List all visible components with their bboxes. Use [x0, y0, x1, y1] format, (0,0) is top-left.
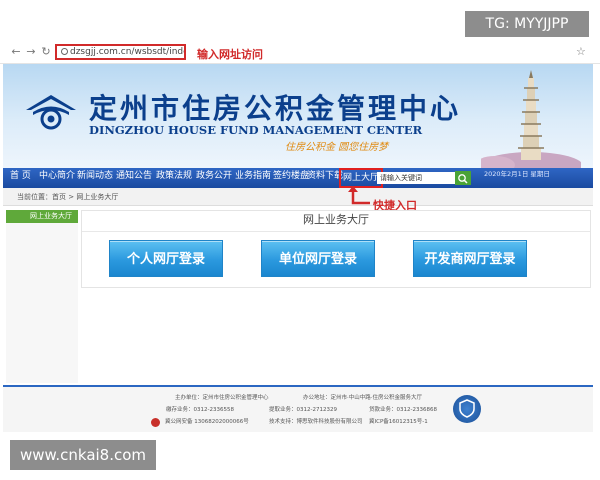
footer-address: 办公地址：定州市·中山中路·住房公积金服务大厅: [303, 395, 422, 401]
site-title-english: DINGZHOU HOUSE FUND MANAGEMENT CENTER: [89, 123, 423, 137]
breadcrumb-prefix: 当前位置：: [17, 193, 52, 201]
nav-item-downloads[interactable]: 资料下载: [307, 168, 343, 188]
search-button[interactable]: [455, 171, 471, 185]
error-report-badge[interactable]: [453, 395, 481, 423]
address-bar[interactable]: dzsgjj.com.cn/wsbsdt/index.jhtml: [55, 44, 186, 60]
footer-sponsor: 主办单位：定州市住房公积金管理中心: [175, 395, 269, 401]
footer-phone-loan: 贷款业务：0312-2336868: [369, 407, 437, 413]
sidebar: [6, 223, 78, 383]
nav-item-home[interactable]: 首 页: [10, 168, 31, 188]
police-emblem-icon: [151, 418, 160, 427]
footer-phone-withdraw: 提取业务：0312-2712329: [269, 407, 337, 413]
nav-item-properties[interactable]: 签约楼盘: [273, 168, 309, 188]
url-annotation: 输入网址访问: [197, 48, 263, 61]
arrow-right-icon[interactable]: →: [25, 45, 37, 59]
nav-item-public-affairs[interactable]: 政务公开: [196, 168, 232, 188]
personal-login-button[interactable]: 个人网厅登录: [109, 240, 223, 277]
company-login-button[interactable]: 单位网厅登录: [261, 240, 375, 277]
main-nav: 首 页 中心简介 新闻动态 通知公告 政策法规 政务公开 业务指南 签约楼盘 资…: [3, 168, 593, 188]
nav-item-policies[interactable]: 政策法规: [156, 168, 192, 188]
star-icon[interactable]: ☆: [576, 45, 586, 58]
nav-item-notices[interactable]: 通知公告: [116, 168, 152, 188]
footer-tech-support: 技术支持：博思软件科技股份有限公司: [269, 419, 363, 425]
arrow-left-icon[interactable]: ←: [10, 45, 22, 59]
footer-phone-deposit: 缴存业务：0312-2336558: [166, 407, 234, 413]
shield-icon: [459, 399, 475, 418]
site-slogan: 住房公积金 圆您住房梦: [285, 142, 389, 153]
site-header-banner: 定州市住房公积金管理中心 DINGZHOU HOUSE FUND MANAGEM…: [3, 64, 593, 168]
search-icon: [458, 174, 468, 184]
online-hall-panel: 网上业务大厅 个人网厅登录 单位网厅登录 开发商网厅登录: [81, 210, 591, 288]
developer-login-button[interactable]: 开发商网厅登录: [413, 240, 527, 277]
house-logo-icon: [26, 95, 76, 130]
breadcrumb-home[interactable]: 首页: [52, 193, 66, 201]
site-footer: 主办单位：定州市住房公积金管理中心 办公地址：定州市·中山中路·住房公积金服务大…: [3, 387, 593, 432]
panel-title: 网上业务大厅: [82, 211, 590, 232]
nav-item-news[interactable]: 新闻动态: [77, 168, 113, 188]
breadcrumb-current: 网上业务大厅: [76, 193, 119, 201]
site-title: 定州市住房公积金管理中心: [89, 92, 462, 125]
watermark-top: TG: MYYJJPP: [465, 11, 589, 37]
search-input[interactable]: 请输入关键词: [377, 172, 455, 184]
breadcrumb: 当前位置：首页 > 网上业务大厅: [3, 188, 593, 206]
pagoda-illustration: [481, 70, 581, 168]
arrow-annotation-icon: [348, 186, 370, 205]
watermark-bottom: www.cnkai8.com: [10, 440, 156, 470]
address-text: dzsgjj.com.cn/wsbsdt/index.jhtml: [70, 47, 184, 57]
browser-toolbar: ← → ↻ dzsgjj.com.cn/wsbsdt/index.jhtml 输…: [0, 42, 600, 64]
reload-icon[interactable]: ↻: [40, 45, 52, 59]
current-date: 2020年2月1日 星期日: [484, 170, 550, 178]
nav-item-about[interactable]: 中心简介: [39, 168, 75, 188]
info-icon: [61, 48, 68, 55]
footer-icp[interactable]: 冀ICP备16012315号-1: [369, 418, 428, 426]
breadcrumb-separator: >: [66, 193, 77, 201]
sidebar-title[interactable]: 网上业务大厅: [6, 210, 78, 223]
nav-item-guide[interactable]: 业务指南: [235, 168, 271, 188]
footer-police-record[interactable]: 冀公网安备 13068202000066号: [165, 418, 249, 426]
